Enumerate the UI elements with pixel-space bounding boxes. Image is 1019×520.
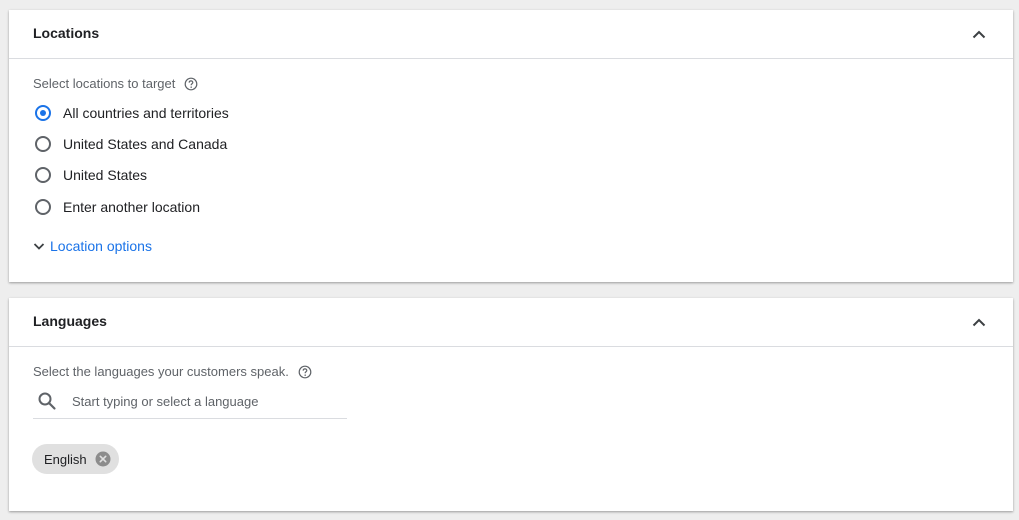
chip-label: English [44, 451, 87, 467]
radio-button[interactable] [35, 136, 51, 152]
location-options-label: Location options [50, 238, 152, 254]
radio-button[interactable] [35, 167, 51, 183]
chevron-down-icon [32, 239, 46, 253]
help-icon[interactable] [298, 365, 312, 379]
locations-title: Locations [33, 25, 100, 41]
language-chip-english: English [32, 444, 119, 474]
radio-button[interactable] [35, 105, 51, 121]
locations-collapse-button[interactable] [967, 22, 991, 46]
close-icon[interactable] [95, 451, 111, 467]
radio-label: All countries and territories [63, 105, 229, 121]
locations-card: Locations Select locations to target All… [9, 10, 1013, 282]
radio-button[interactable] [35, 199, 51, 215]
radio-label: United States and Canada [63, 136, 228, 152]
languages-prompt: Select the languages your customers spea… [33, 364, 289, 379]
languages-card: Languages Select the languages your cust… [9, 298, 1013, 511]
radio-all-countries[interactable]: All countries and territories [33, 101, 229, 125]
radio-label: Enter another location [63, 199, 200, 215]
language-search [33, 384, 347, 419]
radio-label: United States [63, 167, 148, 183]
chevron-up-icon [972, 318, 986, 326]
locations-header: Locations [9, 10, 1013, 59]
languages-prompt-row: Select the languages your customers spea… [33, 364, 312, 379]
locations-prompt-row: Select locations to target [33, 76, 198, 91]
languages-header: Languages [9, 298, 1013, 347]
chevron-up-icon [972, 30, 986, 38]
help-icon[interactable] [184, 77, 198, 91]
language-search-input[interactable] [72, 393, 322, 409]
location-options-link[interactable]: Location options [32, 238, 152, 254]
radio-us[interactable]: United States [33, 163, 147, 187]
languages-title: Languages [33, 313, 107, 329]
radio-another-location[interactable]: Enter another location [33, 195, 200, 219]
locations-prompt: Select locations to target [33, 76, 176, 91]
languages-collapse-button[interactable] [967, 310, 991, 334]
search-icon [37, 391, 57, 411]
radio-us-canada[interactable]: United States and Canada [33, 132, 227, 156]
